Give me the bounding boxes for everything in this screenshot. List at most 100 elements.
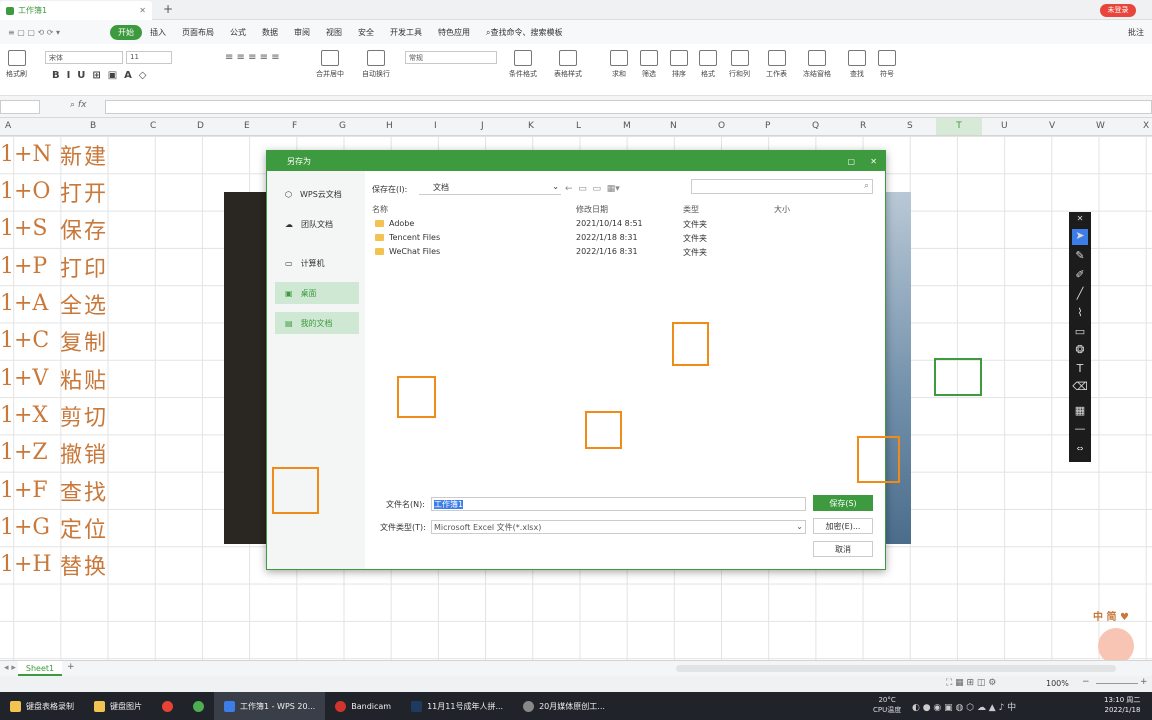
merge-button[interactable]: 合并居中 [316,50,344,79]
file-row[interactable]: Tencent Files [375,233,440,242]
col-header[interactable]: B [90,121,96,131]
shortcut-row[interactable]: 1+F 查找 [0,472,108,509]
menu-home[interactable]: 开始 [110,24,142,40]
col-header[interactable]: V [1049,121,1055,131]
pointer-icon[interactable]: ➤ [1072,229,1088,245]
wrap-button[interactable]: 自动换行 [362,50,390,79]
shortcut-row[interactable]: 1+X 剪切 [0,397,108,434]
col-header[interactable]: W [1096,121,1105,131]
text-icon[interactable]: T [1072,362,1088,378]
add-sheet-icon[interactable]: + [67,662,75,672]
shortcut-row[interactable]: 1+P 打印 [0,248,108,285]
name-box[interactable] [0,100,40,114]
menu-insert[interactable]: 插入 [142,27,174,38]
sort-button[interactable]: 排序 [670,50,688,79]
col-header-selected[interactable]: T [936,118,982,135]
sidebar-item-documents[interactable]: ▤ 我的文档 [275,312,359,334]
new-tab-button[interactable]: + [163,2,173,16]
menu-data[interactable]: 数据 [254,27,286,38]
menu-view[interactable]: 视图 [318,27,350,38]
col-header[interactable]: N [670,121,677,131]
cancel-button[interactable]: 取消 [813,541,873,557]
col-header[interactable]: U [1001,121,1008,131]
filetype-select[interactable]: Microsoft Excel 文件(*.xlsx) ⌄ [431,520,806,534]
col-type-header[interactable]: 类型 [683,204,699,215]
encrypt-button[interactable]: 加密(E)... [813,518,873,534]
col-header[interactable]: C [150,121,156,131]
selected-cell[interactable] [934,358,982,396]
taskbar-item[interactable] [183,692,214,720]
font-size-select[interactable]: 11 [126,51,172,64]
nav-buttons[interactable]: ← ▭ ▭ ▦▾ [565,184,620,194]
comment-button[interactable]: 批注 [1120,27,1152,38]
sidebar-item-computer[interactable]: ▭ 计算机 [275,252,359,274]
format-button[interactable]: 格式 [699,50,717,79]
col-date-header[interactable]: 修改日期 [576,204,608,215]
col-header[interactable]: D [197,121,204,131]
sidebar-item-team[interactable]: ☁ 团队文档 [275,213,359,235]
col-header[interactable]: K [528,121,534,131]
close-icon[interactable]: ✕ [1072,214,1088,230]
taskbar-item[interactable]: 键盘表格录制 [0,692,84,720]
weather-widget[interactable]: 20°C CPU温度 [873,695,901,715]
zoom-level[interactable]: 100% [1046,679,1069,688]
tray-icons[interactable]: ◐ ● ◉ ▣ ◍ ⬡ ☁ ▲ ♪ 中 [912,700,1016,713]
filter-button[interactable]: 筛选 [640,50,658,79]
menu-formula[interactable]: 公式 [222,27,254,38]
rowcol-button[interactable]: 行和列 [729,50,750,79]
shortcut-row[interactable]: 1+S 保存 [0,210,108,247]
expand-icon[interactable]: ⇔ [1072,444,1088,460]
col-header[interactable]: S [907,121,913,131]
taskbar-item-active[interactable]: 工作簿1 - WPS 20... [214,692,326,720]
menu-features[interactable]: 特色应用 [430,27,478,38]
cond-format-button[interactable]: 条件格式 [509,50,537,79]
col-header[interactable]: O [718,121,725,131]
shortcut-row[interactable]: 1+O 打开 [0,173,108,210]
zoom-out-icon[interactable]: − [1082,677,1090,687]
menu-layout[interactable]: 页面布局 [174,27,222,38]
menu-developer[interactable]: 开发工具 [382,27,430,38]
col-header[interactable]: L [576,121,581,131]
shortcut-row[interactable]: 1+A 全选 [0,285,108,322]
grid-icon[interactable]: ▦ [1072,404,1088,420]
col-header[interactable]: M [623,121,631,131]
menu-review[interactable]: 审阅 [286,27,318,38]
zoom-in-icon[interactable]: + [1140,677,1148,687]
sheet-tab[interactable]: Sheet1 [18,661,62,676]
number-format-select[interactable]: 常规 [405,51,497,64]
taskbar-item[interactable]: 键盘图片 [84,692,152,720]
find-button[interactable]: 查找 [848,50,866,79]
marker-icon[interactable]: ✐ [1072,268,1088,284]
save-button[interactable]: 保存(S) [813,495,873,511]
save-in-select[interactable]: 文档 ⌄ [419,182,561,195]
close-tab-icon[interactable]: ✕ [139,6,146,15]
eraser-icon[interactable]: ⌫ [1072,380,1088,396]
col-size-header[interactable]: 大小 [774,204,790,215]
formula-input[interactable] [105,100,1152,114]
align-buttons[interactable]: ≡ ≡ ≡ ≡ ≡ [225,52,280,63]
font-style-buttons[interactable]: B I U ⊞ ▣ A ◇ [52,70,147,81]
search-command[interactable]: ⌕查找命令、搜索模板 [478,27,570,38]
sidebar-item-wps-cloud[interactable]: ⬡ WPS云文档 [275,183,359,205]
col-header[interactable]: Q [812,121,819,131]
shortcut-row[interactable]: 1+C 复制 [0,322,108,359]
shortcut-row[interactable]: 1+H 替换 [0,546,108,583]
col-header[interactable]: I [434,121,437,131]
file-row[interactable]: Adobe [375,219,414,228]
worksheet-button[interactable]: 工作表 [766,50,787,79]
document-tab[interactable]: 工作簿1 ✕ [0,1,152,20]
shortcut-row[interactable]: 1+G 定位 [0,509,108,546]
col-header[interactable]: G [339,121,346,131]
line-icon[interactable]: ╱ [1072,287,1088,303]
horizontal-scrollbar[interactable] [676,665,1116,672]
line-width-icon[interactable]: — [1072,422,1088,438]
shortcut-row[interactable]: 1+N 新建 [0,136,108,173]
col-header[interactable]: H [386,121,393,131]
color-icon[interactable]: ❂ [1072,343,1088,359]
font-name-select[interactable]: 宋体 [45,51,123,64]
col-name-header[interactable]: 名称 [372,204,388,215]
sheet-nav-icon[interactable]: ◂ ▸ [4,663,16,673]
menu-file-icon[interactable]: ≡ ▢ ▢ ⟲ ⟳ ▾ [0,28,110,37]
file-row[interactable]: WeChat Files [375,247,440,256]
col-header[interactable]: R [860,121,866,131]
